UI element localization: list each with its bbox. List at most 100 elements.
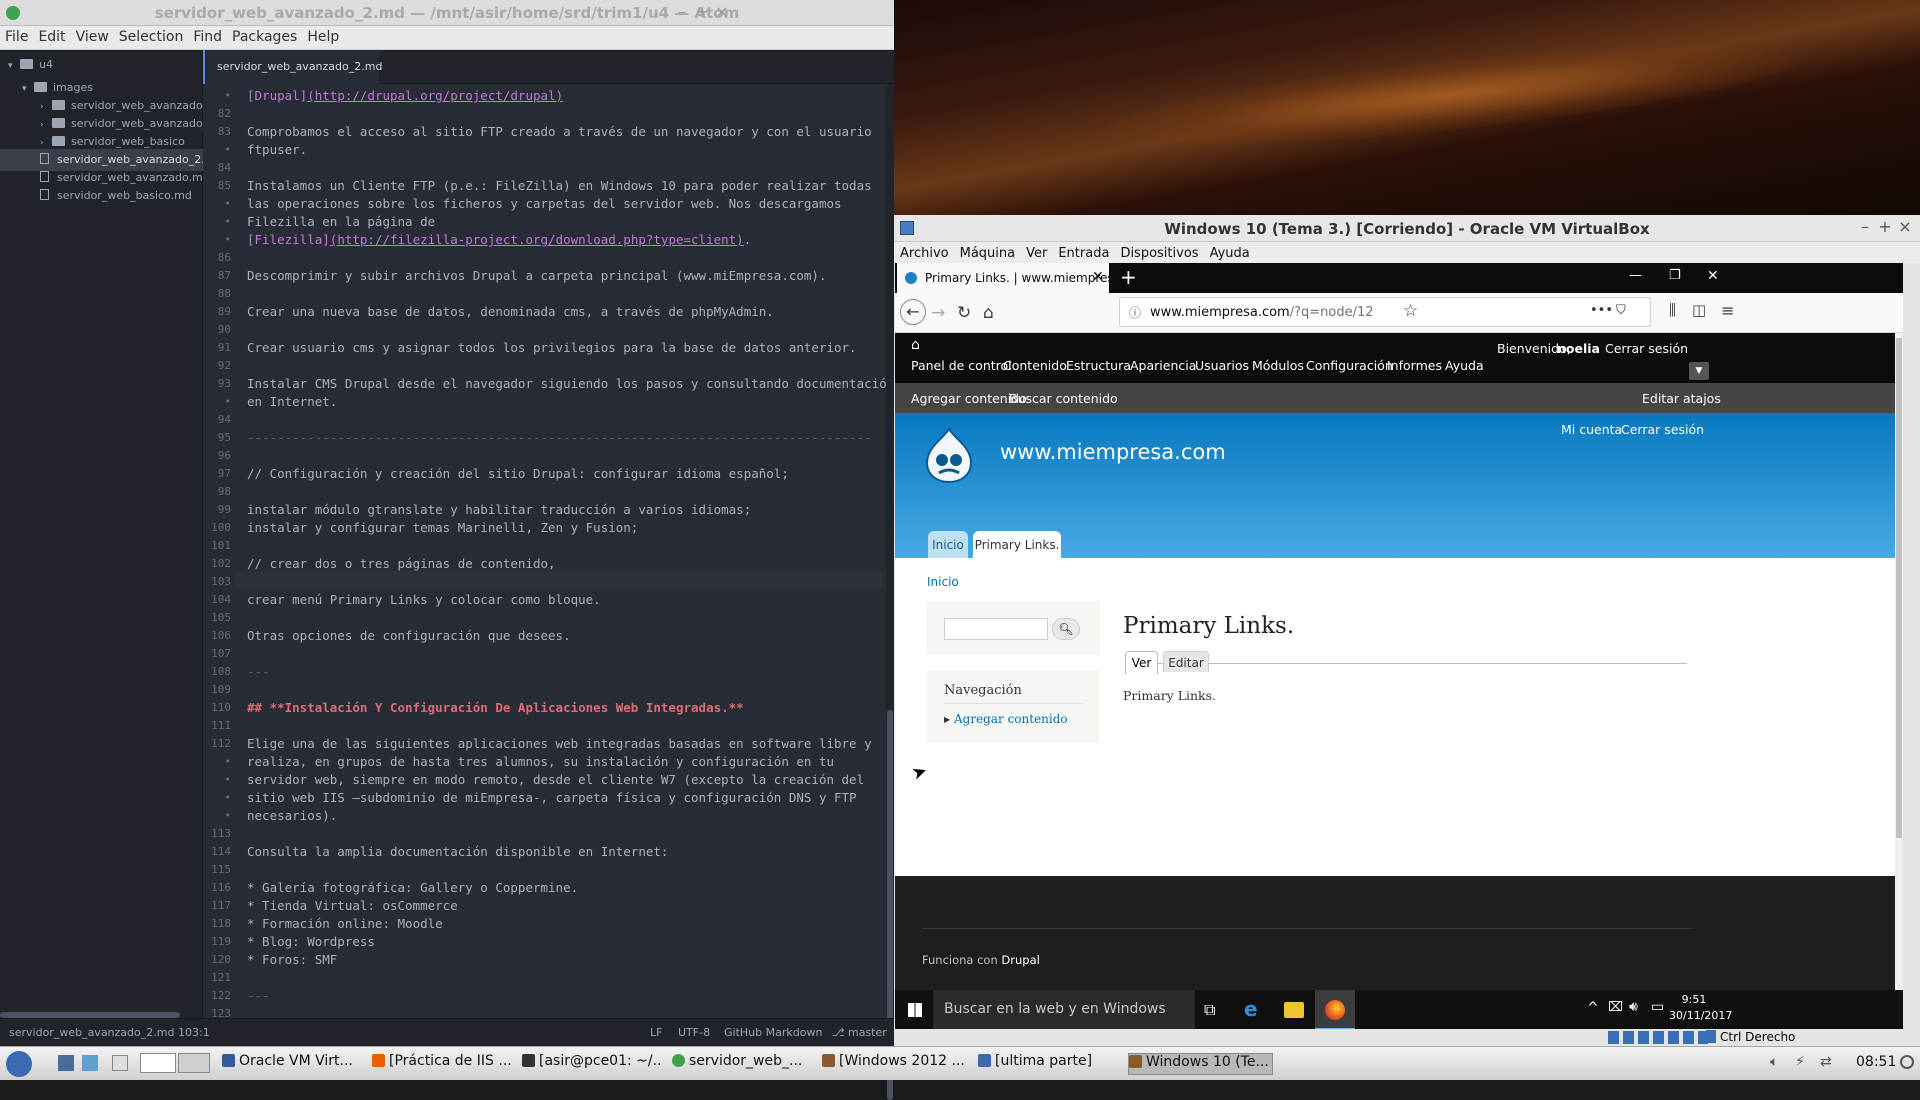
status-encoding[interactable]: UTF-8 <box>678 1026 710 1039</box>
status-file[interactable]: servidor_web_avanzado_2.md <box>9 1026 174 1039</box>
show-desktop-icon[interactable] <box>58 1055 74 1071</box>
browser-tab[interactable]: Primary Links. | www.miempresa ✕ <box>897 263 1109 293</box>
url-bar[interactable]: ⓘ www.miempresa.com/?q=node/12 ••• ⛉ <box>1119 297 1651 327</box>
edge-icon[interactable]: e <box>1244 997 1258 1021</box>
editor-scrollbar[interactable] <box>886 84 894 1100</box>
status-cursor-pos[interactable]: 103:1 <box>178 1026 210 1039</box>
toolbar-informes[interactable]: Informes <box>1387 358 1442 373</box>
toolbar-logout[interactable]: Cerrar sesión <box>1605 341 1688 356</box>
vbox-menu-ver[interactable]: Ver <box>1020 244 1052 261</box>
header-mi-cuenta[interactable]: Mi cuenta <box>1561 422 1622 437</box>
toolbar-ayuda[interactable]: Ayuda <box>1445 358 1484 373</box>
breadcrumb[interactable]: Inicio <box>927 575 959 589</box>
nav-agregar-contenido[interactable]: Agregar contenido <box>954 712 1068 726</box>
launcher-icon[interactable] <box>112 1055 128 1071</box>
home-icon[interactable]: ⌂ <box>911 337 920 353</box>
launcher-icon[interactable] <box>82 1055 98 1071</box>
tab-editar[interactable]: Editar <box>1163 651 1209 672</box>
notifications-icon[interactable]: ▭ <box>1651 999 1664 1015</box>
network-icon[interactable]: ⇄ <box>1820 1054 1832 1070</box>
close-tab-icon[interactable]: ✕ <box>1092 269 1104 285</box>
minimize-icon[interactable]: – <box>672 2 692 21</box>
maximize-icon[interactable]: + <box>1875 217 1895 236</box>
scrollbar-thumb[interactable] <box>1896 338 1902 838</box>
status-branch[interactable]: master <box>848 1026 887 1039</box>
vbox-titlebar[interactable]: Windows 10 (Tema 3.) [Corriendo] - Oracl… <box>894 215 1920 242</box>
library-icon[interactable]: ⫼ <box>1669 301 1676 319</box>
home-icon[interactable]: ⌂ <box>983 303 994 323</box>
toolbar-apariencia[interactable]: Apariencia <box>1130 358 1196 373</box>
pocket-icon[interactable]: ⛉ <box>1616 303 1626 318</box>
menu-file[interactable]: File <box>0 26 33 45</box>
atom-titlebar[interactable]: servidor_web_avanzado_2.md — /mnt/asir/h… <box>0 0 894 26</box>
footer-drupal-link[interactable]: Drupal <box>1001 953 1039 967</box>
page-scrollbar[interactable] <box>1895 333 1903 1029</box>
vbox-menu-ayuda[interactable]: Ayuda <box>1204 244 1255 261</box>
toolbar-modulos[interactable]: Módulos <box>1252 358 1304 373</box>
vbox-menu-maquina[interactable]: Máquina <box>954 244 1021 261</box>
menu-help[interactable]: Help <box>302 26 344 45</box>
edit-shortcuts-link[interactable]: Editar atajos <box>1642 391 1721 406</box>
workspace-1[interactable] <box>140 1053 176 1073</box>
toolbar-panel-de-control[interactable]: Panel de control <box>911 358 1012 373</box>
status-eol[interactable]: LF <box>650 1026 662 1039</box>
tab-ver[interactable]: Ver <box>1125 651 1158 674</box>
tray-time[interactable]: 9:51 <box>1669 993 1719 1006</box>
close-icon[interactable]: × <box>712 2 732 21</box>
header-tab-inicio[interactable]: Inicio <box>928 531 968 558</box>
taskbar-item[interactable]: [ultima parte] <box>978 1053 1123 1075</box>
taskbar-item[interactable]: [asir@pce01: ~/... <box>522 1053 662 1075</box>
network-icon[interactable]: ⌧ <box>1608 1000 1623 1015</box>
host-clock[interactable]: 08:51 <box>1856 1054 1896 1070</box>
toolbar-usuarios[interactable]: Usuarios <box>1195 358 1249 373</box>
vbox-menu-dispositivos[interactable]: Dispositivos <box>1114 244 1203 261</box>
header-tab-primary-links[interactable]: Primary Links. <box>973 531 1061 558</box>
task-view-icon[interactable]: ⧉ <box>1204 1000 1215 1020</box>
menu-selection[interactable]: Selection <box>114 26 189 45</box>
site-name[interactable]: www.miempresa.com <box>1000 440 1226 464</box>
tray-chevron-up-icon[interactable]: ^ <box>1587 1000 1599 1016</box>
status-grammar[interactable]: GitHub Markdown <box>724 1026 822 1039</box>
toolbar-configuracion[interactable]: Configuración <box>1306 358 1393 373</box>
reload-icon[interactable]: ↻ <box>957 303 971 323</box>
volume-icon[interactable]: 🔈︎ <box>1770 1054 1778 1070</box>
drupal-logo-icon[interactable] <box>925 427 973 483</box>
vbox-menu-entrada[interactable]: Entrada <box>1052 244 1114 261</box>
taskbar-item[interactable]: Oracle VM Virt... <box>222 1053 362 1075</box>
minimize-icon[interactable]: – <box>1855 217 1875 236</box>
firefox-taskbar-button[interactable] <box>1315 990 1355 1029</box>
toolbar-estructura[interactable]: Estructura <box>1066 358 1131 373</box>
restore-icon[interactable]: ❐ <box>1669 268 1681 283</box>
forward-icon[interactable]: → <box>931 303 945 323</box>
workspace-2[interactable] <box>178 1053 210 1073</box>
taskbar-item[interactable]: servidor_web_... <box>672 1053 812 1075</box>
link-url[interactable]: (http://filezilla-project.org/download.p… <box>330 232 744 247</box>
menu-packages[interactable]: Packages <box>227 26 302 45</box>
header-cerrar-sesion[interactable]: Cerrar sesión <box>1621 422 1704 437</box>
menu-icon[interactable]: ≡ <box>1721 301 1734 320</box>
shortcut-buscar-contenido[interactable]: Buscar contenido <box>1009 391 1118 406</box>
tree-root[interactable]: ▾ u4 <box>0 54 203 76</box>
maximize-icon[interactable]: + <box>692 2 712 21</box>
windows-start-icon[interactable] <box>908 1003 922 1017</box>
menu-edit[interactable]: Edit <box>33 26 70 45</box>
page-actions-icon[interactable]: ••• <box>1590 303 1613 318</box>
windows-search-box[interactable]: Buscar en la web y en Windows <box>933 990 1195 1029</box>
power-icon[interactable]: ⚡ <box>1795 1054 1805 1070</box>
bookmark-star-icon[interactable]: ☆ <box>1403 301 1418 321</box>
link-url[interactable]: (http://drupal.org/project/drupal) <box>307 88 563 103</box>
search-input[interactable] <box>944 618 1048 640</box>
vbox-menu-archivo[interactable]: Archivo <box>894 244 954 261</box>
toolbar-toggle-icon[interactable]: ▼ <box>1689 362 1709 380</box>
new-tab-icon[interactable]: + <box>1120 265 1137 289</box>
tray-date[interactable]: 30/11/2017 <box>1669 1009 1732 1022</box>
file-explorer-icon[interactable] <box>1284 1002 1304 1018</box>
close-icon[interactable]: × <box>1895 217 1915 236</box>
menu-view[interactable]: View <box>71 26 114 45</box>
toolbar-contenido[interactable]: Contenido <box>1003 358 1067 373</box>
vbox-device-icons[interactable] <box>1608 1031 1708 1044</box>
editor-code[interactable]: [Drupal](http://drupal.org/project/drupa… <box>247 84 887 1018</box>
taskbar-item-active[interactable]: Windows 10 (Te... <box>1128 1053 1273 1075</box>
session-icon[interactable] <box>1900 1055 1914 1069</box>
menu-find[interactable]: Find <box>188 26 227 45</box>
